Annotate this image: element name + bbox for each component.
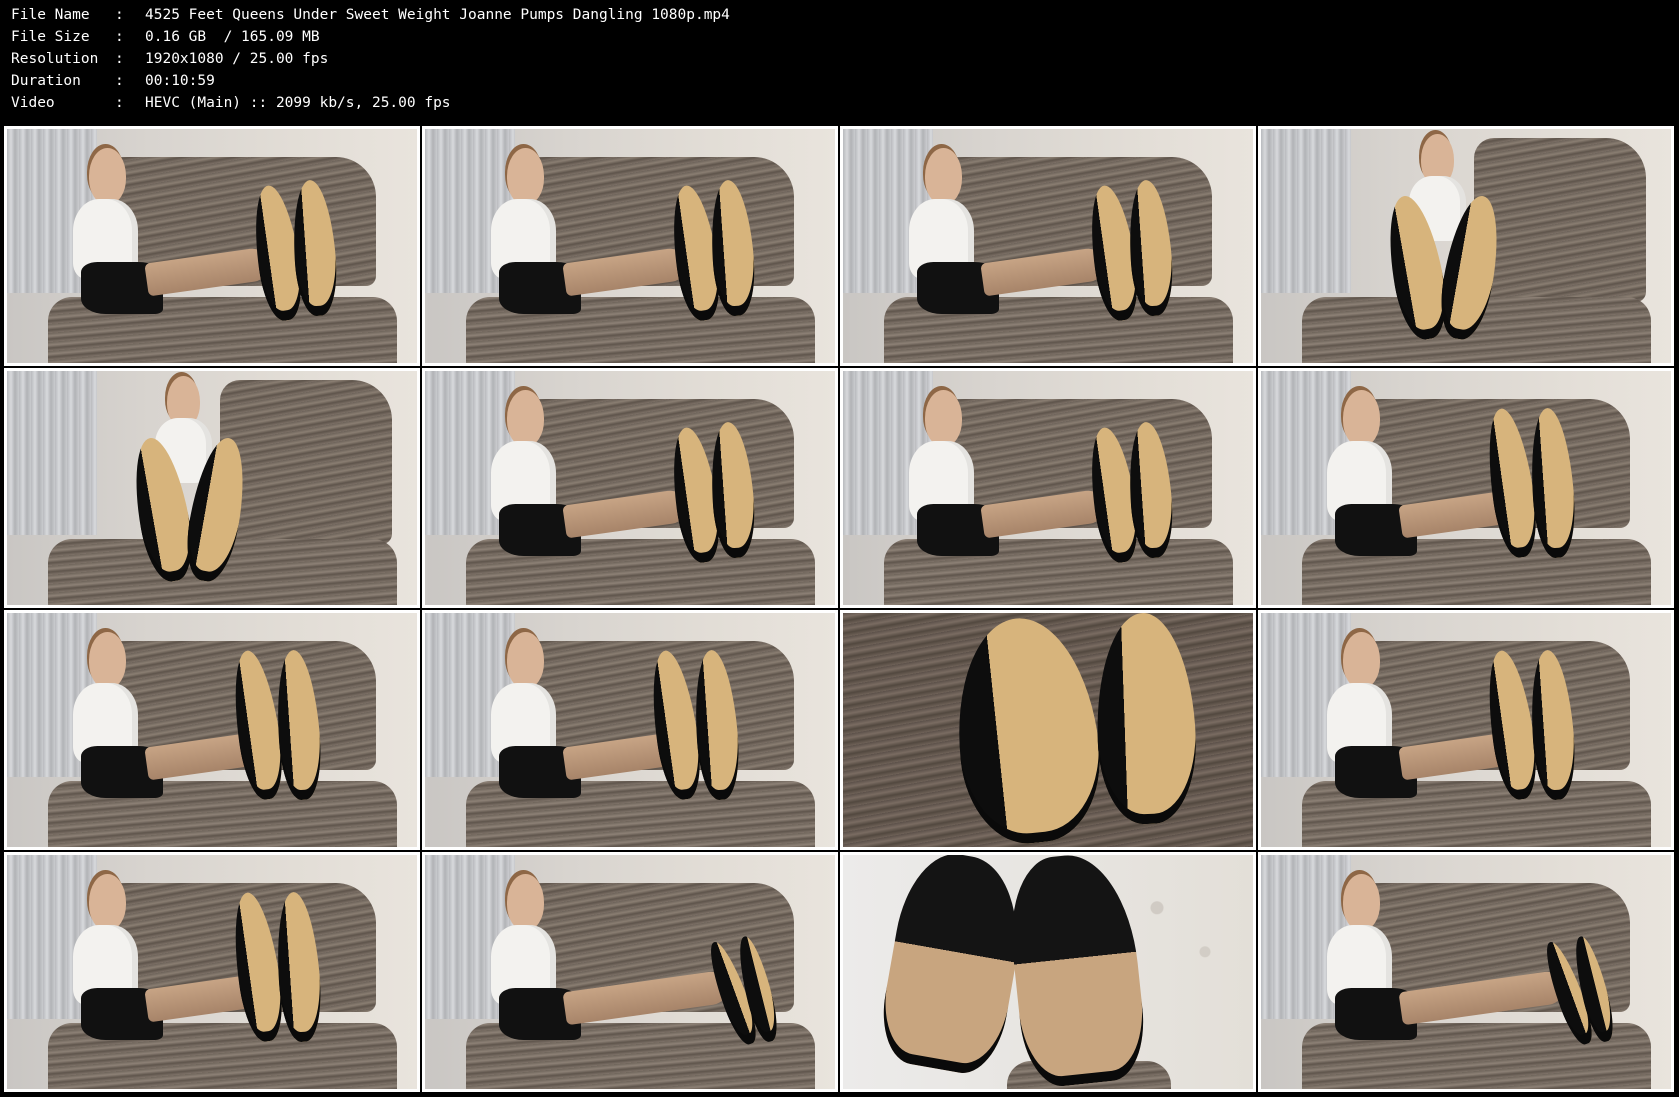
info-row-duration: Duration : 00:10:59 (11, 70, 1211, 92)
shoe-right (1093, 613, 1200, 826)
person-head (1343, 631, 1380, 688)
video-thumbnail (840, 126, 1256, 366)
media-info-panel: File Name : 4525 Feet Queens Under Sweet… (11, 4, 1211, 120)
thumbnail-grid (4, 126, 1676, 1092)
thumbnail-image (1261, 613, 1671, 847)
video-thumbnail (4, 126, 420, 366)
thumbnail-image (425, 613, 835, 847)
info-key: File Size (11, 29, 90, 45)
video-thumbnail (1258, 610, 1674, 850)
thumbnail-image (843, 129, 1253, 363)
info-row-file-name: File Name : 4525 Feet Queens Under Sweet… (11, 4, 1211, 26)
info-value-video: HEVC (Main) :: 2099 kb/s, 25.00 fps (145, 95, 451, 111)
thumbnail-image (843, 855, 1253, 1089)
info-separator: : (115, 51, 124, 67)
person-head (89, 147, 126, 204)
info-value-file-size: 0.16 GB / 165.09 MB (145, 29, 320, 45)
person-head (89, 631, 126, 688)
video-thumbnail (422, 368, 838, 608)
shoe-left (946, 613, 1109, 847)
video-thumbnail (840, 852, 1256, 1092)
thumbnail-image (7, 613, 417, 847)
thumbnail-image (425, 371, 835, 605)
thumbnail-image (7, 129, 417, 363)
video-thumbnail (1258, 852, 1674, 1092)
person-head (925, 389, 962, 446)
thumbnail-image (843, 613, 1253, 847)
info-value-resolution: 1920x1080 / 25.00 fps (145, 51, 329, 67)
thumbnail-image (843, 371, 1253, 605)
info-key: Video (11, 95, 55, 111)
video-thumbnail (840, 610, 1256, 850)
info-value-file-name: 4525 Feet Queens Under Sweet Weight Joan… (145, 7, 730, 23)
curtain (7, 371, 98, 535)
person-head (925, 147, 962, 204)
person-head (507, 631, 544, 688)
video-thumbnail (422, 852, 838, 1092)
info-row-file-size: File Size : 0.16 GB / 165.09 MB (11, 26, 1211, 48)
video-thumbnail (4, 368, 420, 608)
video-thumbnail (422, 610, 838, 850)
thumbnail-image (1261, 129, 1671, 363)
info-separator: : (115, 29, 124, 45)
thumbnail-image (1261, 855, 1671, 1089)
video-thumbnail (422, 126, 838, 366)
curtain (1261, 129, 1352, 293)
info-separator: : (115, 7, 124, 23)
info-row-video: Video : HEVC (Main) :: 2099 kb/s, 25.00 … (11, 92, 1211, 114)
person-head (1343, 873, 1380, 930)
video-thumbnail (1258, 368, 1674, 608)
thumbnail-image (7, 855, 417, 1089)
video-thumbnail (840, 368, 1256, 608)
sofa-back (1474, 138, 1647, 303)
video-thumbnail (4, 852, 420, 1092)
person-head (89, 873, 126, 930)
person-head (1343, 389, 1380, 446)
thumbnail-image (425, 855, 835, 1089)
info-value-duration: 00:10:59 (145, 73, 215, 89)
info-row-resolution: Resolution : 1920x1080 / 25.00 fps (11, 48, 1211, 70)
person-head (507, 389, 544, 446)
info-key: Resolution (11, 51, 99, 67)
thumbnail-image (425, 129, 835, 363)
info-key: File Name (11, 7, 90, 23)
thumbnail-image (7, 371, 417, 605)
info-separator: : (115, 95, 124, 111)
thumbnail-image (1261, 371, 1671, 605)
info-separator: : (115, 73, 124, 89)
video-thumbnail (4, 610, 420, 850)
info-key: Duration (11, 73, 81, 89)
person-head (507, 873, 544, 930)
person-head (507, 147, 544, 204)
sofa-back (220, 380, 393, 545)
video-thumbnail (1258, 126, 1674, 366)
